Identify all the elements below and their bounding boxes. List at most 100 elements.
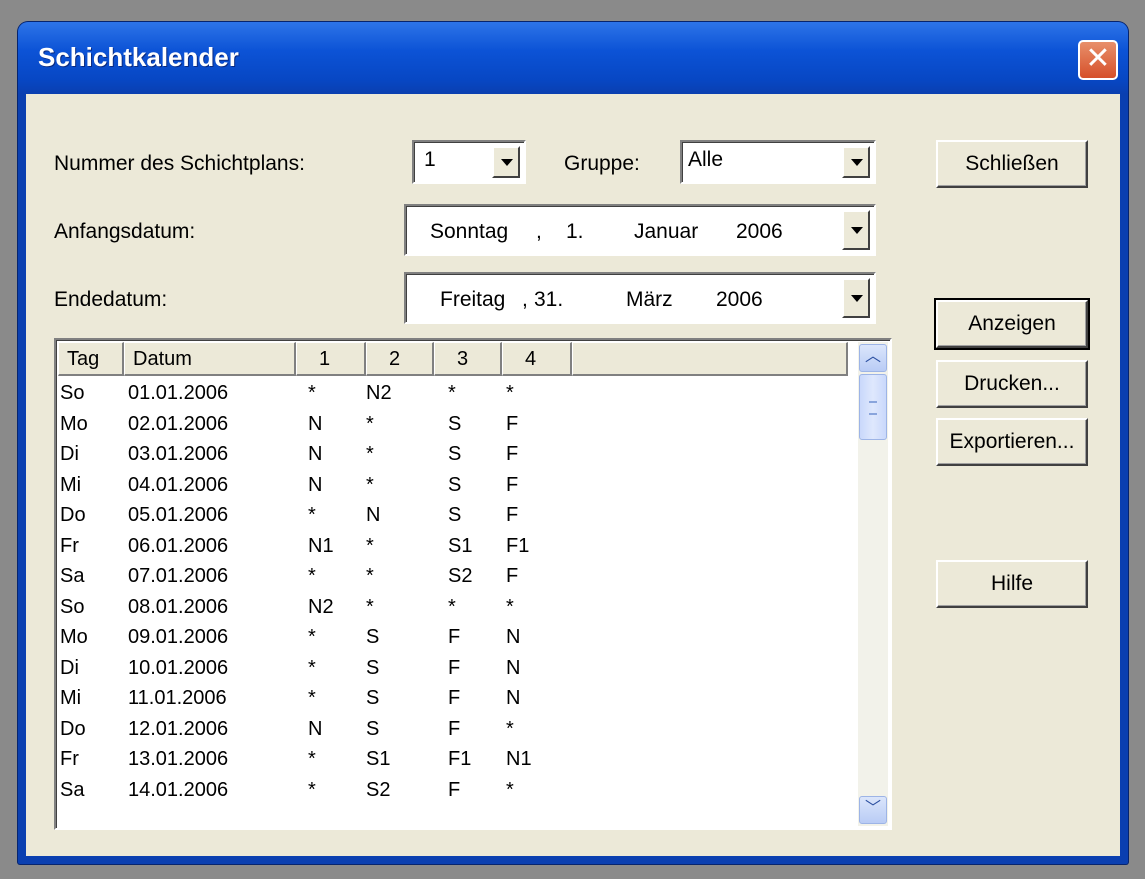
table-row[interactable]: Fr 13.01.2006 * S1 F1 N1 xyxy=(56,744,846,775)
start-date-separator: , xyxy=(536,220,542,243)
start-date-picker[interactable]: Sonntag , 1. Januar 2006 xyxy=(404,204,876,256)
cell-shift-2: S xyxy=(366,687,380,709)
table-row[interactable]: Di 10.01.2006 * S F N xyxy=(56,653,846,684)
cell-date: 09.01.2006 xyxy=(128,626,229,648)
plan-number-select[interactable]: 1 xyxy=(412,140,526,184)
close-icon[interactable]: ✕ xyxy=(1078,40,1118,80)
group-label: Gruppe: xyxy=(564,152,640,175)
vertical-scrollbar[interactable]: ︿ ﹀ xyxy=(858,342,888,826)
column-header-2[interactable]: 2 xyxy=(366,342,434,376)
dropdown-arrow-icon[interactable] xyxy=(842,278,870,318)
cell-day: Sa xyxy=(60,565,85,587)
cell-shift-1: * xyxy=(308,687,316,709)
cell-date: 01.01.2006 xyxy=(128,382,229,404)
cell-shift-3: * xyxy=(448,595,456,618)
table-row[interactable]: Mi 04.01.2006 N * S F xyxy=(56,470,846,501)
cell-shift-2: S1 xyxy=(366,748,391,770)
end-date-day: 31. xyxy=(534,288,564,311)
cell-date: 02.01.2006 xyxy=(128,412,229,435)
cell-day: Di xyxy=(60,443,79,465)
help-button[interactable]: Hilfe xyxy=(936,560,1088,608)
end-date-picker[interactable]: Freitag , 31. März 2006 xyxy=(404,272,876,324)
dialog-window: Schichtkalender ✕ Nummer des Schichtplan… xyxy=(18,22,1128,864)
cell-day: Do xyxy=(60,717,86,740)
dropdown-arrow-icon[interactable] xyxy=(842,146,870,178)
shift-table[interactable]: Tag Datum 1 2 3 4 So 01.01.2006 * N2 * * Mo 02.… xyxy=(54,338,892,830)
plan-number-label: Nummer des Schichtplans: xyxy=(54,152,305,175)
column-header-4[interactable]: 4 xyxy=(502,342,572,376)
close-button[interactable]: Schließen xyxy=(936,140,1088,188)
table-row[interactable]: Mi 11.01.2006 * S F N xyxy=(56,683,846,714)
column-header-date[interactable]: Datum xyxy=(124,342,296,376)
cell-shift-1: * xyxy=(308,778,316,801)
end-date-separator: , xyxy=(522,288,528,311)
title-bar[interactable]: Schichtkalender ✕ xyxy=(18,22,1128,94)
table-row[interactable]: Do 12.01.2006 N S F * xyxy=(56,714,846,745)
cell-shift-1: * xyxy=(308,382,316,404)
cell-shift-2: * xyxy=(366,534,374,557)
scrollbar-thumb[interactable] xyxy=(859,374,887,440)
group-value: Alle xyxy=(688,148,724,171)
cell-shift-1: * xyxy=(308,565,316,587)
cell-date: 03.01.2006 xyxy=(128,443,229,465)
cell-shift-4: * xyxy=(506,717,514,740)
table-row[interactable]: Sa 14.01.2006 * S2 F * xyxy=(56,775,846,806)
column-header-filler xyxy=(572,342,848,376)
cell-shift-2: S xyxy=(366,717,380,740)
cell-shift-4: N xyxy=(506,626,521,648)
table-row[interactable]: Fr 06.01.2006 N1 * S1 F1 xyxy=(56,531,846,562)
cell-shift-1: N2 xyxy=(308,595,334,618)
column-header-day[interactable]: Tag xyxy=(58,342,124,376)
print-button[interactable]: Drucken... xyxy=(936,360,1088,408)
cell-shift-2: * xyxy=(366,565,374,587)
cell-day: Mi xyxy=(60,473,82,496)
table-header: Tag Datum 1 2 3 4 xyxy=(58,342,848,376)
cell-shift-1: N xyxy=(308,473,323,496)
cell-day: Di xyxy=(60,656,79,679)
cell-day: Fr xyxy=(60,534,79,557)
table-row[interactable]: Mo 02.01.2006 N * S F xyxy=(56,409,846,440)
start-date-month: Januar xyxy=(634,220,699,243)
chevron-up-icon[interactable]: ︿ xyxy=(859,344,887,372)
cell-date: 11.01.2006 xyxy=(128,687,227,709)
column-header-3[interactable]: 3 xyxy=(434,342,502,376)
show-button[interactable]: Anzeigen xyxy=(934,298,1090,350)
cell-shift-3: F1 xyxy=(448,748,472,770)
cell-shift-1: N xyxy=(308,412,323,435)
cell-shift-3: F xyxy=(448,626,461,648)
cell-shift-1: * xyxy=(308,656,316,679)
cell-shift-1: N1 xyxy=(308,534,334,557)
dropdown-arrow-icon[interactable] xyxy=(492,146,520,178)
cell-shift-3: * xyxy=(448,382,456,404)
cell-shift-1: * xyxy=(308,626,316,648)
table-row[interactable]: So 01.01.2006 * N2 * * xyxy=(56,378,846,409)
start-date-label: Anfangsdatum: xyxy=(54,220,196,243)
column-header-1[interactable]: 1 xyxy=(296,342,366,376)
cell-date: 07.01.2006 xyxy=(128,565,229,587)
cell-shift-4: F xyxy=(506,565,519,587)
cell-day: Mo xyxy=(60,626,88,648)
cell-day: So xyxy=(60,382,85,404)
cell-shift-2: S xyxy=(366,656,380,679)
export-button[interactable]: Exportieren... xyxy=(936,418,1088,466)
group-select[interactable]: Alle xyxy=(680,140,876,184)
table-row[interactable]: Sa 07.01.2006 * * S2 F xyxy=(56,561,846,592)
table-row[interactable]: So 08.01.2006 N2 * * * xyxy=(56,592,846,623)
dropdown-arrow-icon[interactable] xyxy=(842,210,870,250)
dialog-client-area: Nummer des Schichtplans: 1 Gruppe: Alle … xyxy=(26,94,1120,856)
cell-shift-2: N2 xyxy=(366,382,392,404)
cell-day: So xyxy=(60,595,85,618)
cell-shift-3: S xyxy=(448,443,462,465)
cell-shift-4: N1 xyxy=(506,748,532,770)
cell-shift-3: F xyxy=(448,656,461,679)
cell-shift-1: * xyxy=(308,748,316,770)
cell-day: Sa xyxy=(60,778,85,801)
cell-shift-4: * xyxy=(506,778,514,801)
table-row[interactable]: Do 05.01.2006 * N S F xyxy=(56,500,846,531)
cell-shift-4: * xyxy=(506,595,514,618)
table-row[interactable]: Di 03.01.2006 N * S F xyxy=(56,439,846,470)
cell-date: 13.01.2006 xyxy=(128,748,229,770)
table-row[interactable]: Mo 09.01.2006 * S F N xyxy=(56,622,846,653)
cell-shift-3: F xyxy=(448,778,461,801)
chevron-down-icon[interactable]: ﹀ xyxy=(859,796,887,824)
